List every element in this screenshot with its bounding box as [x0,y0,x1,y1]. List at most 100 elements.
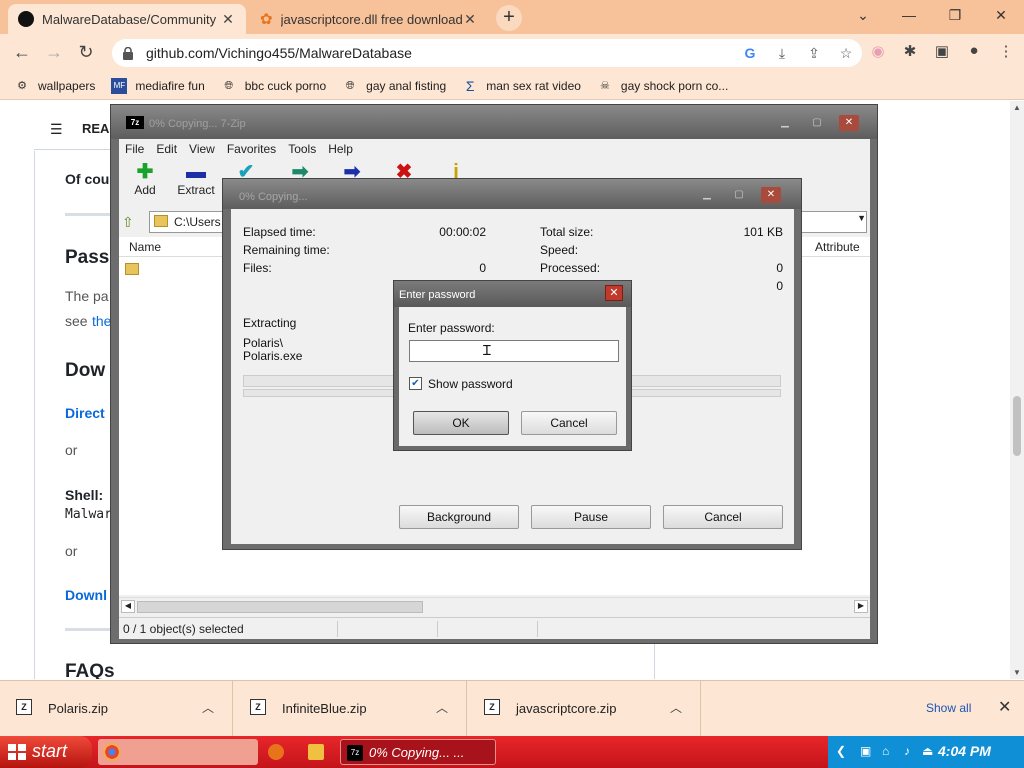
restore-icon[interactable]: ❐ [932,0,978,30]
show-all-link[interactable]: Show all [926,701,971,715]
bookmarks-bar: ⚙ wallpapers MF mediafire fun 🌐︎ bbc cuc… [0,72,1024,100]
cancel-button[interactable]: Cancel [663,505,783,529]
readme-link[interactable]: Direct [65,405,105,421]
7zip-icon: 7z [347,745,363,761]
cancel-button[interactable]: Cancel [521,411,617,435]
ok-button[interactable]: OK [413,411,509,435]
background-button[interactable]: Background [399,505,519,529]
dialog-title: Enter password [399,289,476,301]
network-icon[interactable]: ⌂ [882,744,889,758]
readme-link[interactable]: Downl [65,587,107,603]
profile-flag-icon[interactable]: ◉ [862,42,894,60]
menu-edit[interactable]: Edit [156,142,177,156]
scroll-left-icon[interactable]: ◀ [121,600,135,613]
readme-text: Dow [65,360,106,381]
tab-strip: MalwareDatabase/Community ✕ ✿ javascript… [0,0,1024,34]
menu-file[interactable]: File [125,142,144,156]
maximize-icon[interactable]: ▢ [807,115,827,131]
bookmark-mediafire[interactable]: MF mediafire fun [111,77,205,94]
menu-tools[interactable]: Tools [288,142,316,156]
scroll-down-icon[interactable]: ▼ [1010,668,1024,677]
tab-search-icon[interactable]: ⌄ [840,0,886,30]
zip-titlebar[interactable]: 7z 0% Copying... 7-Zip ▁ ▢ ✕ [111,105,877,139]
tab-malware-database[interactable]: MalwareDatabase/Community ✕ [8,4,246,34]
start-button[interactable]: start [0,736,92,768]
add-button[interactable]: ✚ Add [129,161,161,197]
tray-app-icon[interactable]: ▣ [860,744,871,758]
status-bar: 0 / 1 object(s) selected [119,617,870,639]
speaker-icon[interactable]: ♪ [904,744,910,758]
close-icon[interactable]: ✕ [605,285,623,301]
address-bar[interactable]: github.com/Vichingo455/MalwareDatabase G… [112,39,862,67]
scroll-up-icon[interactable]: ▲ [1010,103,1024,112]
taskbar: start 7z 0% Copying... ... ❮ ▣ ⌂ ♪ ⏏ 4:0… [0,736,1024,768]
dialog-titlebar[interactable]: Enter password ✕ [394,281,631,307]
files-value: 0 [479,261,486,275]
show-password-checkbox[interactable]: ✔ [409,377,422,390]
google-icon[interactable]: G [734,45,766,62]
dialog-titlebar[interactable]: 0% Copying... ▁ ▢ ✕ [223,179,801,209]
close-icon[interactable]: ✕ [839,115,859,131]
chevron-up-icon[interactable]: ︿ [436,699,448,716]
reload-icon[interactable]: ↻ [74,42,98,64]
clock[interactable]: 4:04 PM [938,743,991,759]
new-tab-button[interactable]: + [496,5,522,31]
readme-tab[interactable]: REA [82,121,109,136]
install-icon[interactable]: ⤓ [766,45,798,62]
folder-icon[interactable] [125,263,139,275]
minimize-icon[interactable]: ▁ [697,187,717,203]
close-window-icon[interactable]: ✕ [978,0,1024,30]
column-attributes[interactable]: Attribute [815,240,860,254]
horizontal-scrollbar[interactable]: ◀ ▶ [119,597,870,615]
minimize-icon[interactable]: — [886,0,932,30]
chevron-up-icon[interactable]: ︿ [202,699,214,716]
page-scrollbar[interactable]: ▲ ▼ [1010,101,1024,679]
scroll-right-icon[interactable]: ▶ [854,600,868,613]
download-item[interactable]: Z javascriptcore.zip ︿ [468,681,701,737]
pause-button[interactable]: Pause [531,505,651,529]
password-input[interactable] [409,340,619,362]
chevron-left-icon[interactable]: ❮ [836,744,846,758]
forward-icon[interactable]: → [42,42,66,64]
maximize-icon[interactable]: ▢ [729,187,749,203]
column-name[interactable]: Name [129,240,161,254]
close-icon[interactable]: ✕ [761,187,781,203]
minimize-icon[interactable]: ▁ [775,115,795,131]
extensions-icon[interactable]: ✱ [894,42,926,60]
list-icon[interactable]: ☰ [50,121,63,138]
avatar-icon[interactable]: ● [958,42,990,60]
download-item[interactable]: Z Polaris.zip ︿ [0,681,233,737]
readme-link[interactable]: the [92,313,111,329]
menu-favorites[interactable]: Favorites [227,142,276,156]
bookmark-wallpapers[interactable]: ⚙ wallpapers [14,78,95,94]
close-icon[interactable]: ✕ [462,11,478,28]
chevron-down-icon[interactable]: ▼ [857,213,866,223]
close-icon[interactable]: ✕ [220,11,236,28]
share-icon[interactable]: ⇪ [798,45,830,62]
menu-icon[interactable]: ⋮ [990,42,1022,60]
menu-help[interactable]: Help [328,142,353,156]
up-folder-icon[interactable]: ⇧ [122,214,134,231]
safely-remove-icon[interactable]: ⏏ [922,744,933,758]
bookmark-4[interactable]: 🌐︎ gay anal fisting [342,78,446,94]
chevron-up-icon[interactable]: ︿ [670,699,682,716]
taskbar-7zip[interactable]: 7z 0% Copying... ... [340,739,496,765]
taskbar-chrome[interactable] [98,739,258,765]
tool-label: Extract [177,183,215,197]
scroll-thumb[interactable] [137,601,423,613]
bookmark-5[interactable]: Σ man sex rat video [462,78,581,94]
back-icon[interactable]: ← [10,42,34,64]
extract-button[interactable]: ▬ Extract [171,161,221,197]
close-icon[interactable]: ✕ [998,697,1011,717]
sidepanel-icon[interactable]: ▣ [926,42,958,60]
tab-javascriptcore[interactable]: ✿ javascriptcore.dll free download ✕ [250,4,488,34]
download-item[interactable]: Z InfiniteBlue.zip ︿ [234,681,467,737]
menu-view[interactable]: View [189,142,215,156]
scroll-thumb[interactable] [1013,396,1021,456]
bookmark-3[interactable]: 🌐︎ bbc cuck porno [221,78,326,94]
star-icon[interactable]: ☆ [830,45,862,62]
taskbar-firefox[interactable] [264,739,288,765]
bookmark-6[interactable]: ☠ gay shock porn co... [597,78,728,94]
taskbar-explorer[interactable] [304,739,330,765]
task-label: 0% Copying... ... [369,745,465,760]
